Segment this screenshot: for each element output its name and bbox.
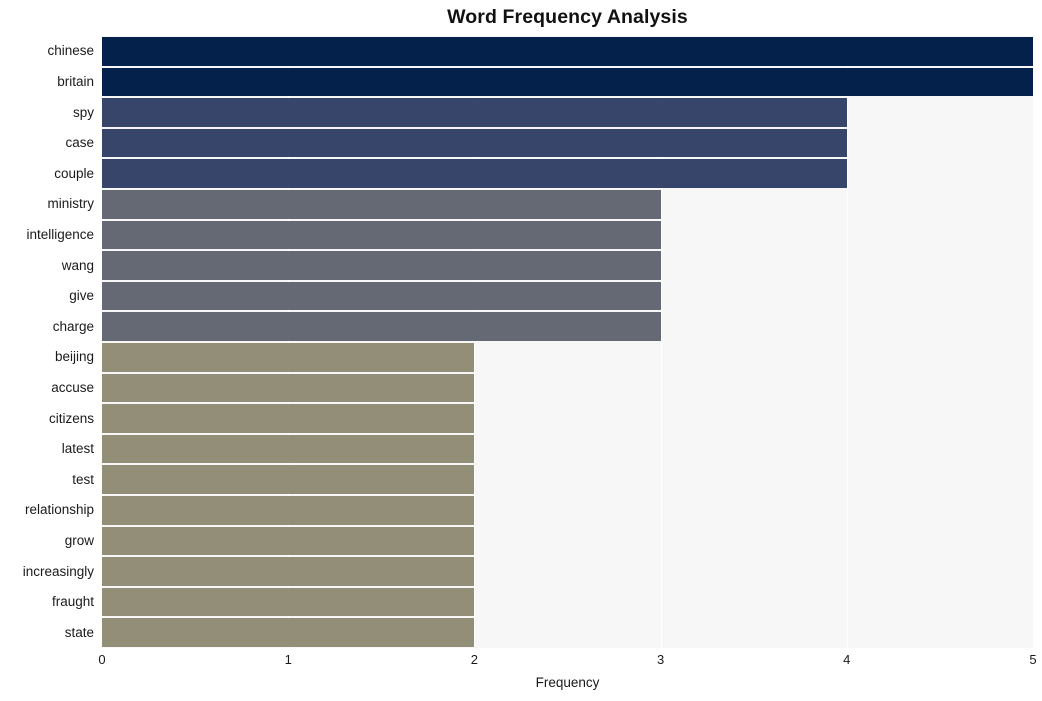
bar-row [102,251,1033,280]
chart-title: Word Frequency Analysis [447,6,688,28]
bar-row [102,373,1033,403]
y-axis-label-chinese: chinese [47,43,94,59]
x-axis-tick-1: 1 [284,652,292,667]
bar-row [102,465,1033,494]
bar-latest [102,434,475,464]
bar-couple [102,159,847,188]
bar-fraught [102,587,475,617]
y-axis-label-test: test [72,471,94,487]
bar-chinese [102,36,1033,66]
x-axis-tick-2: 2 [470,652,478,667]
y-axis-label-beijing: beijing [54,349,94,365]
bar-relationship [102,495,475,525]
bar-accuse [102,373,475,403]
y-axis-label-increasingly: increasingly [22,563,94,579]
bar-case [102,128,847,158]
bar-test [102,465,475,494]
bar-wang [102,251,661,280]
bar-row [102,434,1033,464]
y-axis-label-ministry: ministry [47,196,95,212]
bar-ministry [102,189,661,219]
x-axis-tick-4: 4 [843,652,851,667]
bar-spy [102,98,847,127]
y-axis-label-spy: spy [72,104,94,120]
bar-row [102,342,1033,372]
bar-row [102,526,1033,556]
y-axis-label-accuse: accuse [51,379,94,395]
plot-area [102,36,1033,648]
bar-row [102,159,1033,188]
x-axis-tick-0: 0 [98,652,106,667]
x-axis-tick-5: 5 [1029,652,1037,667]
y-axis-label-case: case [65,135,94,151]
y-axis-label-britain: britain [57,73,94,89]
y-axis-label-grow: grow [64,532,94,548]
bar-citizens [102,404,475,433]
bar-britain [102,67,1033,97]
bar-row [102,557,1033,586]
bar-row [102,98,1033,127]
bar-row [102,618,1033,647]
y-axis-label-intelligence: intelligence [26,226,94,242]
y-axis-label-charge: charge [52,318,94,334]
y-axis-label-state: state [64,624,94,640]
y-axis-label-relationship: relationship [24,502,94,518]
x-axis-tick-3: 3 [656,652,665,667]
bar-give [102,281,661,311]
bar-grow [102,526,475,556]
bar-increasingly [102,557,475,586]
x-axis-title: Frequency [535,675,600,690]
bar-row [102,312,1033,341]
bar-row [102,36,1033,66]
bar-row [102,220,1033,250]
bar-row [102,281,1033,311]
bar-row [102,495,1033,525]
bar-row [102,189,1033,219]
bar-beijing [102,342,475,372]
y-axis-labels: chinese britain spy case couple ministry intel… [0,36,94,648]
bar-charge [102,312,661,341]
bar-row [102,128,1033,158]
x-axis-tick-labels: 0 1 2 3 4 5 [0,652,1042,674]
bars-container [102,36,1033,648]
y-axis-label-couple: couple [54,165,94,181]
bar-row [102,587,1033,617]
y-axis-label-latest: latest [61,441,94,457]
y-axis-label-fraught: fraught [51,594,94,610]
y-axis-label-wang: wang [61,257,94,273]
y-axis-label-citizens: citizens [48,410,94,426]
y-axis-label-give: give [69,288,94,304]
word-frequency-chart: Word Frequency Analysis chinese britain sp… [0,0,1042,701]
bar-row [102,67,1033,97]
bar-state [102,618,475,647]
bar-row [102,404,1033,433]
bar-intelligence [102,220,661,250]
